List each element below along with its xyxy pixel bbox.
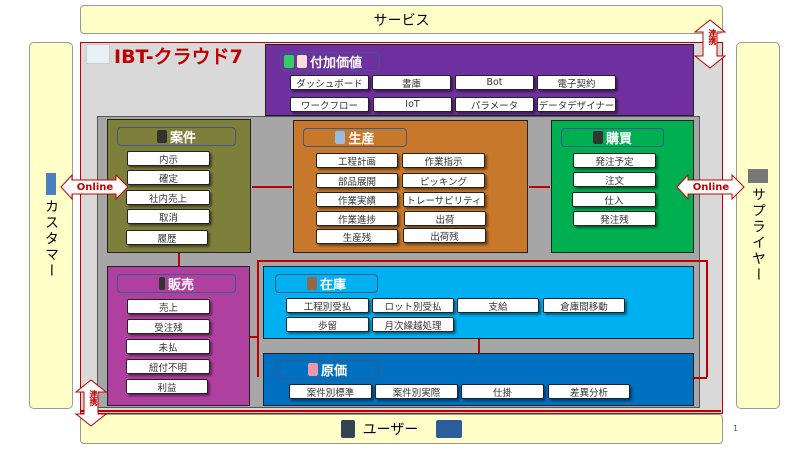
btn-cancel[interactable]: 取消 <box>127 209 210 224</box>
logo-icon <box>86 44 110 64</box>
btn-order-balance[interactable]: 発注残 <box>573 211 656 226</box>
connector-hanbai <box>250 336 258 338</box>
btn-history[interactable]: 履歴 <box>126 230 208 245</box>
salesman-icon <box>158 277 165 290</box>
btn-actual-cost[interactable]: 案件別実際 <box>375 384 458 399</box>
connector-zaiko-genka <box>478 339 480 353</box>
btn-naiji[interactable]: 内示 <box>127 151 210 166</box>
connector-top-line <box>257 260 707 262</box>
btn-process-receipts[interactable]: 工程別受払 <box>286 298 369 313</box>
btn-supply[interactable]: 支給 <box>457 298 539 313</box>
btn-profit[interactable]: 利益 <box>126 379 208 394</box>
btn-unpaid[interactable]: 未払 <box>126 339 210 354</box>
connector-seisan-kobai <box>529 186 550 188</box>
btn-traceability[interactable]: トレーサビリティ <box>403 192 485 207</box>
module-zaiko: 在庫 工程別受払 ロット別受払 支給 倉庫間移動 歩留 月次繰越処理 <box>263 266 694 339</box>
phone-icon <box>284 55 294 68</box>
btn-parameter[interactable]: パラメータ <box>455 97 534 112</box>
module-title: 販売 <box>167 278 194 293</box>
btn-bot[interactable]: Bot <box>455 75 534 90</box>
connector-anken-seisan <box>252 186 292 188</box>
online-label-left: Online <box>76 181 114 193</box>
service-label: サービス <box>373 12 430 29</box>
customer-label: カスタマー <box>43 198 59 279</box>
module-hanbai: 販売 売上 受注残 未払 紐付不明 利益 <box>107 266 250 406</box>
btn-lot-receipts[interactable]: ロット別受払 <box>372 298 454 313</box>
btn-sales[interactable]: 売上 <box>127 299 210 314</box>
module-title: 案件 <box>169 131 196 146</box>
btn-order[interactable]: 注文 <box>573 172 656 187</box>
btn-order-backlog[interactable]: 受注残 <box>127 319 210 334</box>
module-title: 在庫 <box>319 278 346 293</box>
renkei-label-top: 連携 <box>708 29 717 45</box>
module-value-added: 付加価値 ダッシュボード 書庫 Bot 電子契約 ワークフロー IoT パラメー… <box>265 44 694 116</box>
btn-variance-analysis[interactable]: 差異分析 <box>548 384 630 399</box>
btn-yield[interactable]: 歩留 <box>286 317 369 332</box>
module-title: 原価 <box>320 364 347 379</box>
user-icon <box>340 420 355 438</box>
btn-unlinked[interactable]: 紐付不明 <box>126 359 210 374</box>
btn-e-contract[interactable]: 電子契約 <box>537 75 616 90</box>
btn-parts-expansion[interactable]: 部品展開 <box>316 173 398 188</box>
factory-icon <box>748 168 768 183</box>
btn-wip[interactable]: 仕掛 <box>461 384 544 399</box>
btn-kakutei[interactable]: 確定 <box>127 170 210 185</box>
warehouse-icon <box>306 277 317 290</box>
purchaser-icon <box>592 131 603 144</box>
btn-standard-cost[interactable]: 案件別標準 <box>289 384 372 399</box>
user-bar: ユーザー <box>80 414 723 444</box>
module-kobai: 購買 発注予定 注文 仕入 発注残 <box>551 120 694 253</box>
page-number: 1 <box>733 424 739 433</box>
connector-right-line <box>706 260 708 377</box>
btn-warehouse-transfer[interactable]: 倉庫間移動 <box>543 298 625 313</box>
service-bar: サービス <box>80 5 723 34</box>
btn-work-progress[interactable]: 作業進捗 <box>316 211 398 226</box>
customer-panel: カスタマー <box>29 42 73 409</box>
module-title: 付加価値 <box>310 56 363 71</box>
cost-chart-icon <box>307 363 318 376</box>
businessman-icon <box>156 130 167 143</box>
user-label: ユーザー <box>362 422 419 438</box>
btn-order-plan[interactable]: 発注予定 <box>573 153 656 168</box>
btn-monthly-carryover[interactable]: 月次繰越処理 <box>372 317 454 332</box>
building-icon <box>46 172 56 195</box>
connector-anken-hanbai <box>178 253 180 266</box>
btn-picking[interactable]: ピッキング <box>402 173 485 188</box>
module-seisan: 生産 工程計画 作業指示 部品展開 ピッキング 作業実績 トレーサビリティ 作業… <box>293 120 528 253</box>
btn-dashboard[interactable]: ダッシュボード <box>290 75 369 90</box>
btn-work-order[interactable]: 作業指示 <box>402 153 485 168</box>
connector-bottom-line <box>81 410 721 412</box>
user-pc-icon <box>436 420 463 438</box>
chart-icon <box>297 55 307 68</box>
btn-data-designer[interactable]: データデザイナー <box>537 97 616 112</box>
worker-icon <box>335 131 346 144</box>
connector-genka-right <box>694 377 707 379</box>
module-title: 購買 <box>605 132 632 147</box>
btn-work-results[interactable]: 作業実績 <box>316 192 398 207</box>
btn-library[interactable]: 書庫 <box>372 75 451 90</box>
module-title: 生産 <box>348 132 375 147</box>
renkei-label-bottom: 連携 <box>89 390 98 406</box>
app-title: IBT-クラウド7 <box>114 46 243 68</box>
btn-internal-sales[interactable]: 社内売上 <box>126 190 210 205</box>
online-label-right: Online <box>692 181 730 193</box>
btn-workflow[interactable]: ワークフロー <box>290 97 369 112</box>
btn-shipping-balance[interactable]: 出荷残 <box>403 228 486 243</box>
btn-purchase[interactable]: 仕入 <box>572 192 656 207</box>
btn-process-plan[interactable]: 工程計画 <box>316 153 398 168</box>
supplier-panel: サプライヤー <box>736 42 780 409</box>
btn-iot[interactable]: IoT <box>373 97 452 112</box>
btn-production-balance[interactable]: 生産残 <box>316 229 398 244</box>
supplier-label: サプライヤー <box>750 186 766 283</box>
module-genka: 原価 案件別標準 案件別実際 仕掛 差異分析 <box>263 353 694 406</box>
connector-left-line <box>257 260 259 377</box>
btn-shipping[interactable]: 出荷 <box>404 211 486 226</box>
